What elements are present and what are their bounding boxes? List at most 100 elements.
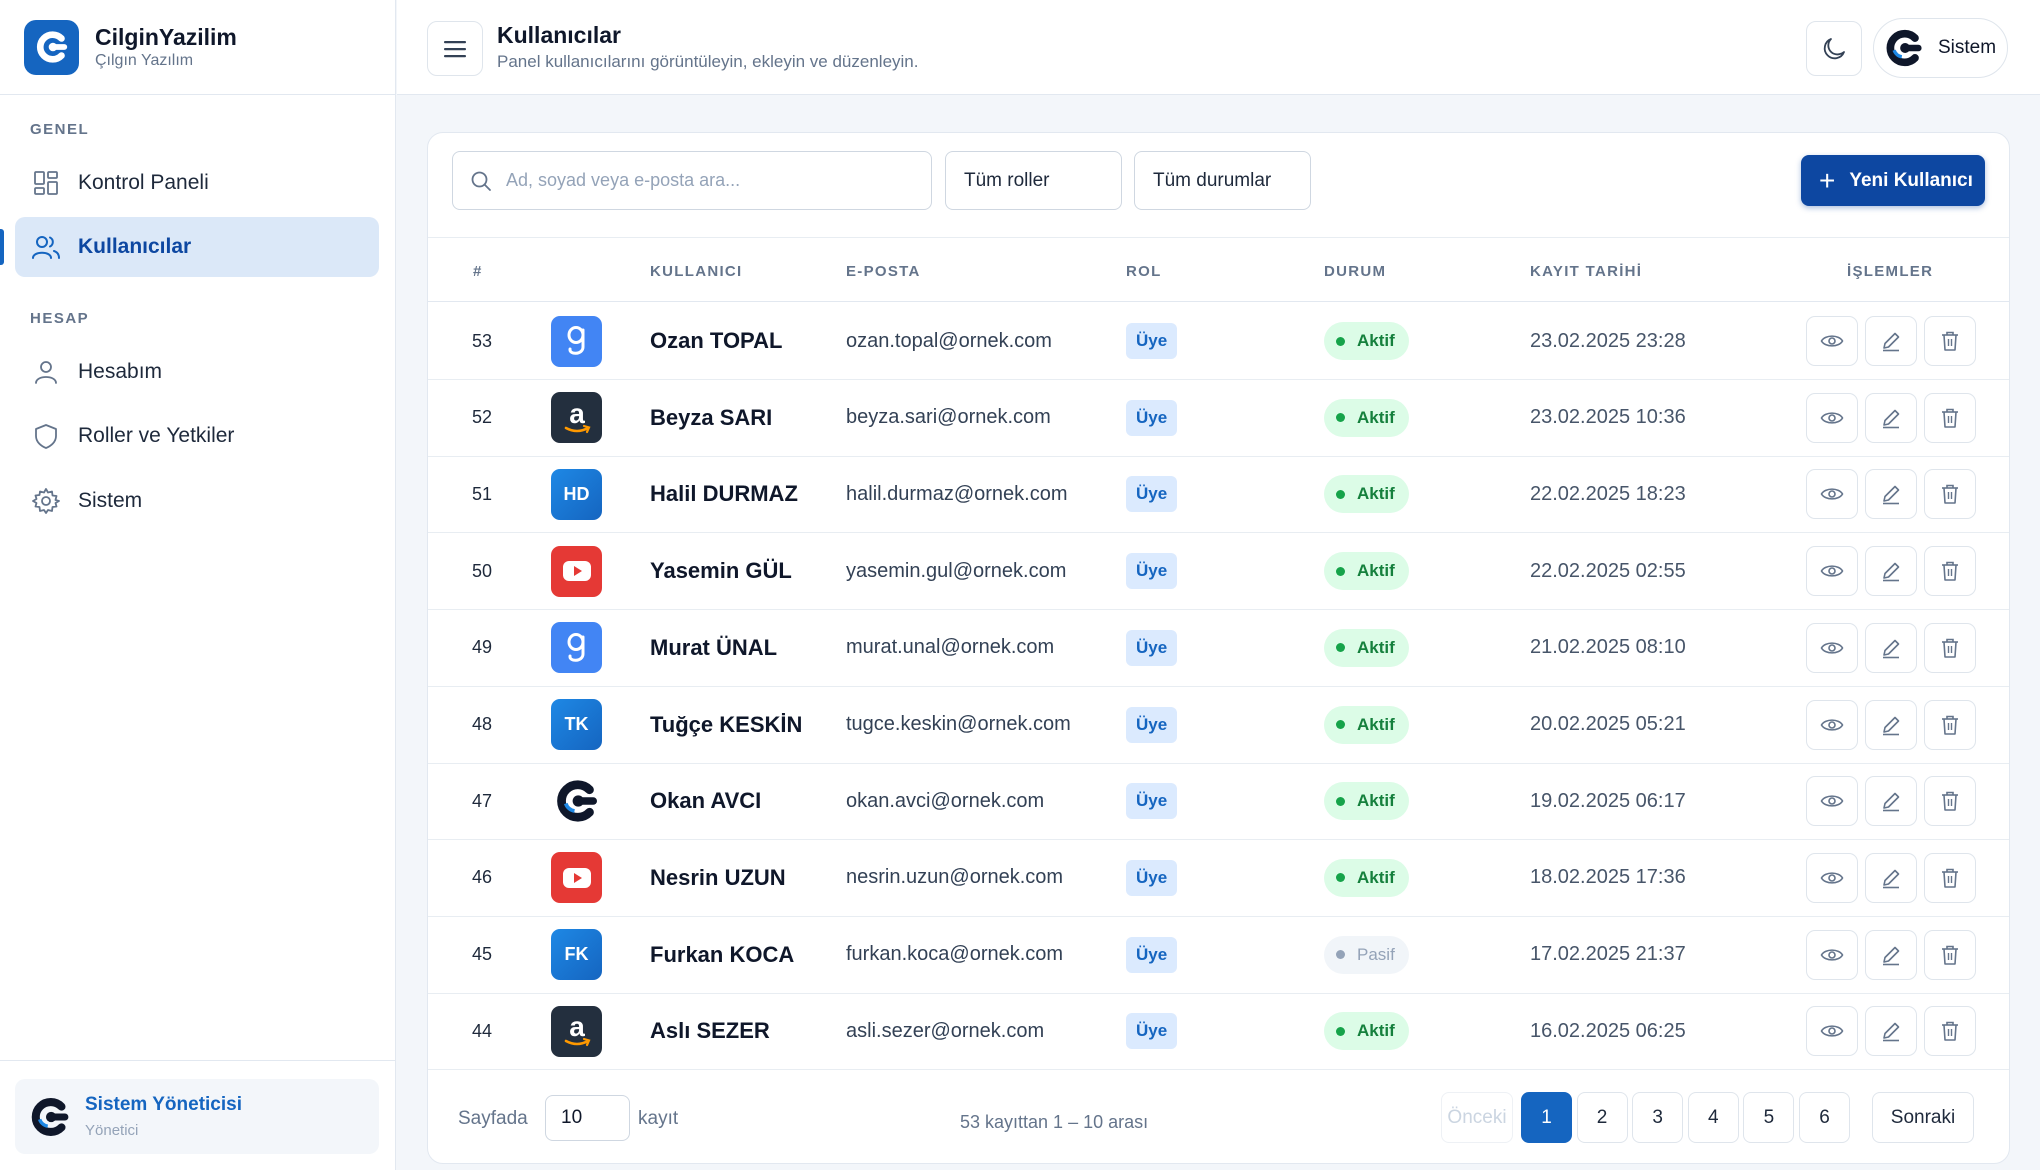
sidebar-item-dashboard[interactable]: Kontrol Paneli — [15, 153, 379, 213]
status-badge: Aktif — [1324, 705, 1409, 744]
status-dot-icon — [1336, 950, 1345, 960]
delete-button[interactable] — [1924, 546, 1976, 597]
eye-icon — [1820, 562, 1844, 580]
profile-name: Sistem — [1938, 37, 1997, 58]
delete-button[interactable] — [1924, 776, 1976, 827]
role-badge: Üye — [1126, 1013, 1178, 1050]
table-row[interactable]: 51 HD Halil DURMAZ halil.durmaz@ornek.com Üy… — [428, 456, 2009, 534]
sidebar-item-label: Roller ve Yetkiler — [78, 424, 235, 447]
table-row[interactable]: 46 Nesrin UZUN nesrin.uzun@ornek.com Üye Akt… — [428, 840, 2009, 917]
role-cell: Üye — [1126, 687, 1178, 763]
sidebar-item-account[interactable]: Hesabım — [15, 342, 379, 402]
avatar-initials: FK — [564, 944, 589, 965]
active-indicator — [0, 229, 4, 265]
edit-button[interactable] — [1865, 546, 1917, 597]
user-avatar-cell — [551, 610, 602, 686]
edit-button[interactable] — [1865, 852, 1917, 903]
table-row[interactable]: 52 a Beyza SARI beyza.sari@ornek.com Üye Akti… — [428, 380, 2009, 457]
edit-button[interactable] — [1865, 469, 1917, 520]
edit-button[interactable] — [1865, 622, 1917, 673]
gear-icon — [31, 486, 61, 516]
svg-text:a: a — [569, 399, 585, 429]
edit-button[interactable] — [1865, 776, 1917, 827]
edit-button[interactable] — [1865, 392, 1917, 443]
edit-button[interactable] — [1865, 929, 1917, 980]
youtube-icon — [551, 545, 602, 597]
next-page-button[interactable]: Sonraki — [1872, 1092, 1974, 1143]
user-id: 53 — [471, 330, 493, 351]
edit-button[interactable] — [1865, 316, 1917, 366]
view-button[interactable] — [1806, 392, 1858, 443]
profile-button[interactable]: Sistem — [1873, 18, 2008, 78]
hamburger-icon — [444, 40, 466, 57]
user-avatar-cell: FK — [551, 917, 602, 993]
current-user-card[interactable]: Sistem Yöneticisi Yönetici — [15, 1079, 379, 1154]
sidebar-item-users[interactable]: Kullanıcılar — [15, 217, 379, 277]
view-button[interactable] — [1806, 1006, 1858, 1057]
search-input[interactable] — [506, 170, 906, 191]
pencil-icon — [1880, 637, 1902, 659]
role-badge: Üye — [1126, 783, 1178, 820]
table-row[interactable]: 44 a Aslı SEZER asli.sezer@ornek.com Üye Akti… — [428, 993, 2009, 1071]
menu-toggle-button[interactable] — [427, 21, 483, 76]
status-label: Pasif — [1357, 944, 1395, 964]
topbar: Kullanıcılar Panel kullanıcılarını görün… — [397, 0, 2040, 95]
table-row[interactable]: 50 Yasemin GÜL yasemin.gul@ornek.com Üye Akt… — [428, 533, 2009, 611]
per-page-select[interactable]: 10 — [545, 1095, 630, 1141]
table-row[interactable]: 47 Okan AVCI okan.avci@ornek.com Üye Aktif 19… — [428, 763, 2009, 841]
edit-button[interactable] — [1865, 1006, 1917, 1057]
view-button[interactable] — [1806, 699, 1858, 750]
status-filter-select[interactable]: Tüm durumlar — [1134, 151, 1311, 210]
delete-button[interactable] — [1924, 699, 1976, 750]
search-box[interactable] — [452, 151, 932, 210]
delete-button[interactable] — [1924, 1006, 1976, 1057]
page-button[interactable]: 6 — [1799, 1092, 1850, 1143]
delete-button[interactable] — [1924, 852, 1976, 903]
page-button[interactable]: 5 — [1743, 1092, 1795, 1143]
view-button[interactable] — [1806, 316, 1858, 366]
user-id: 52 — [471, 407, 493, 428]
edit-button[interactable] — [1865, 699, 1917, 750]
status-badge: Aktif — [1324, 858, 1409, 897]
status-cell: Aktif — [1324, 993, 1409, 1069]
page-button[interactable]: 1 — [1521, 1092, 1572, 1143]
role-cell: Üye — [1126, 303, 1178, 379]
prev-page-button[interactable]: Önceki — [1441, 1092, 1513, 1143]
view-button[interactable] — [1806, 622, 1858, 673]
delete-button[interactable] — [1924, 316, 1976, 366]
pencil-icon — [1880, 944, 1902, 966]
page-button[interactable]: 3 — [1632, 1092, 1684, 1143]
role-badge: Üye — [1126, 629, 1178, 666]
svg-text:a: a — [569, 1012, 585, 1042]
view-button[interactable] — [1806, 546, 1858, 597]
sidebar-item-roles[interactable]: Roller ve Yetkiler — [15, 406, 379, 466]
delete-button[interactable] — [1924, 929, 1976, 980]
view-button[interactable] — [1806, 929, 1858, 980]
new-user-button[interactable]: + Yeni Kullanıcı — [1801, 155, 1985, 206]
page-button[interactable]: 4 — [1687, 1092, 1739, 1143]
registration-date: 18.02.2025 17:36 — [1530, 866, 1686, 889]
view-button[interactable] — [1806, 469, 1858, 520]
brand[interactable]: CilginYazilim Çılgın Yazılım — [0, 0, 395, 95]
amazon-icon: a — [551, 392, 602, 444]
role-cell: Üye — [1126, 456, 1178, 532]
table-row[interactable]: 45 FK Furkan KOCA furkan.koca@ornek.com Üye P… — [428, 917, 2009, 994]
role-filter-select[interactable]: Tüm roller — [945, 151, 1122, 210]
trash-icon — [1940, 637, 1960, 659]
status-label: Aktif — [1357, 331, 1395, 350]
view-button[interactable] — [1806, 776, 1858, 827]
row-actions — [1806, 840, 1976, 916]
table-row[interactable]: 53 Ozan TOPAL ozan.topal@ornek.com Üye Aktif… — [428, 303, 2009, 380]
registration-date: 22.02.2025 18:23 — [1530, 482, 1686, 505]
delete-button[interactable] — [1924, 392, 1976, 443]
view-button[interactable] — [1806, 852, 1858, 903]
registration-date: 19.02.2025 06:17 — [1530, 789, 1686, 812]
delete-button[interactable] — [1924, 622, 1976, 673]
role-cell: Üye — [1126, 533, 1178, 609]
table-row[interactable]: 49 Murat ÜNAL murat.unal@ornek.com Üye Aktif… — [428, 610, 2009, 687]
table-row[interactable]: 48 TK Tuğçe KESKİN tugce.keskin@ornek.com Üy… — [428, 687, 2009, 764]
sidebar-item-system[interactable]: Sistem — [15, 471, 379, 531]
page-button[interactable]: 2 — [1576, 1092, 1628, 1143]
delete-button[interactable] — [1924, 469, 1976, 520]
theme-toggle-button[interactable] — [1806, 21, 1862, 76]
